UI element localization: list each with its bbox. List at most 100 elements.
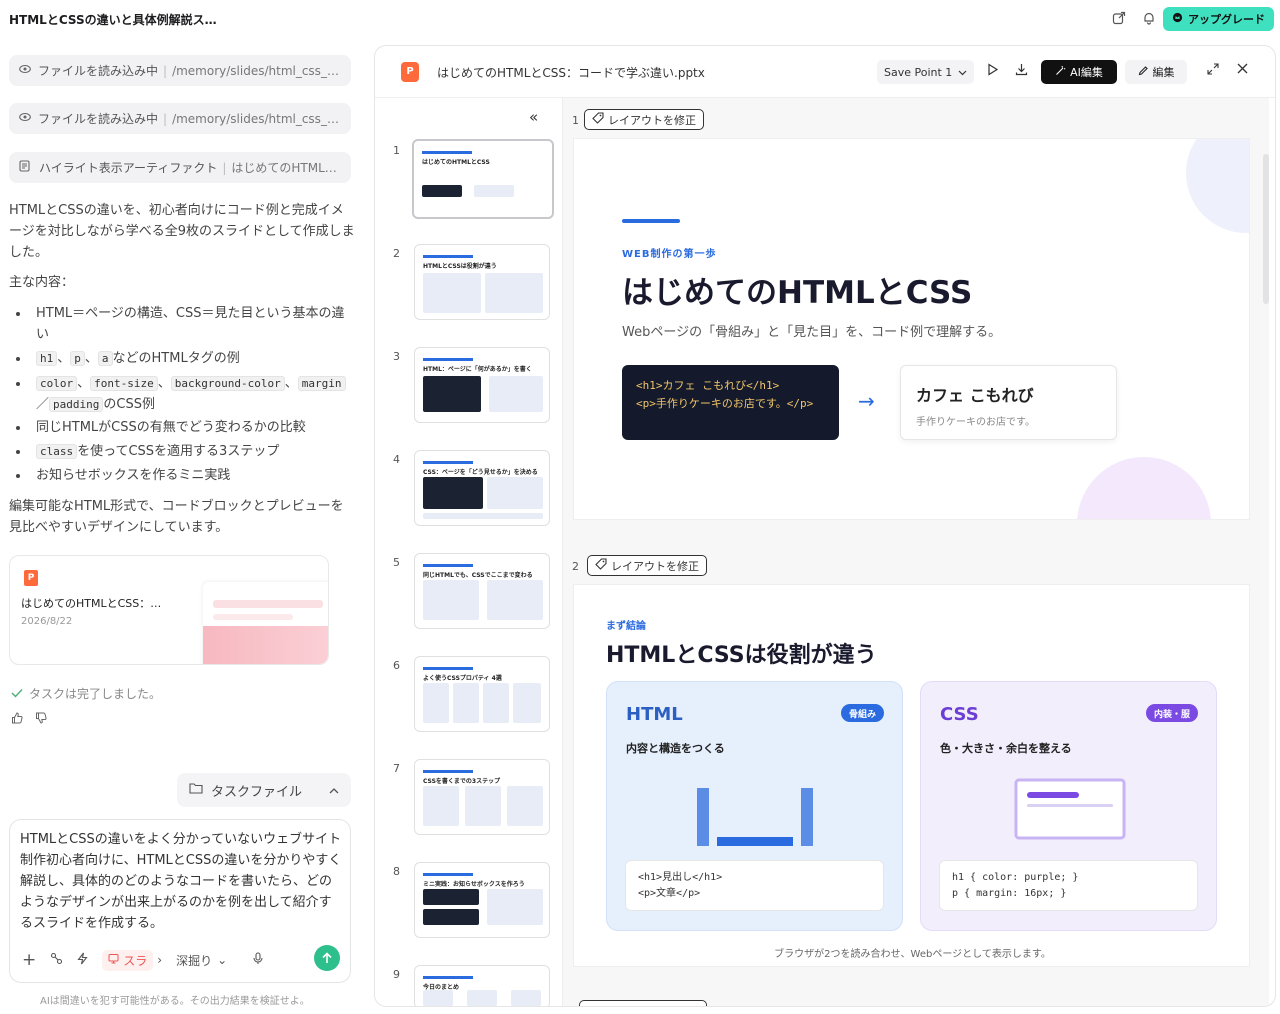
collapse-sidebar-icon[interactable]: « — [529, 108, 538, 126]
chevron-right-icon[interactable]: › — [157, 953, 162, 967]
pptx-file-icon: P — [401, 62, 419, 82]
next-slide-fix-layout-button[interactable] — [579, 1000, 707, 1006]
slide-thumbnail-2[interactable]: HTMLとCSSは役割が違う — [414, 244, 550, 320]
chevron-down-icon: ⌄ — [217, 953, 228, 967]
thumbnail-block — [422, 185, 462, 197]
code-line: <h1>カフェ こもれび</h1> — [636, 379, 780, 392]
conversation-title[interactable]: HTMLとCSSの違いと具体例解説ス… — [9, 11, 217, 28]
fix-layout-button[interactable]: レイアウトを修正 — [584, 109, 704, 130]
task-complete-status: タスクは完了しました。 — [11, 685, 161, 702]
slide-mode-selector[interactable]: スラ — [102, 949, 154, 971]
code-block: h1 { color: purple; } p { margin: 16px; … — [939, 860, 1198, 911]
thumbnail-title: 同じHTMLでも、CSSでここまで変わる — [423, 572, 533, 579]
slide-thumbnail-4[interactable]: CSS：ページを「どう見せるか」を決める — [414, 450, 550, 526]
tool-chip-read-1[interactable]: ファイルを読み込み中 | /memory/slides/html_css_be… — [9, 55, 351, 86]
chip-separator: | — [163, 63, 168, 78]
prompt-input-text[interactable]: HTMLとCSSの違いをよく分かっていないウェブサイト制作初心者向けに、HTML… — [20, 829, 342, 934]
slide-1[interactable]: WEB制作の第一歩 はじめてのHTMLとCSS Webページの「骨組み」と「見た… — [573, 138, 1250, 520]
thumbnail-number: 5 — [393, 556, 400, 569]
thumbnail-accent — [423, 873, 473, 876]
microphone-icon[interactable] — [253, 952, 263, 968]
close-icon[interactable] — [1237, 63, 1248, 78]
thumbs-up-icon[interactable] — [11, 712, 23, 727]
fix-layout-label: レイアウトを修正 — [611, 559, 699, 573]
scrollbar[interactable] — [1263, 154, 1269, 304]
slide-thumbnail-6[interactable]: よく使うCSSプロパティ 4選 — [414, 656, 550, 732]
depth-label: 深掘り — [176, 953, 213, 968]
thumbnail-strip: « 1 はじめてのHTMLとCSS 2 HTMLとCSSは役割が違う 3 HTML：ページ… — [375, 98, 563, 1006]
file-card[interactable]: P はじめてのHTMLとCSS：… 2026/8/22 — [9, 555, 329, 665]
thumbnail-block — [513, 683, 541, 723]
thumbnail-block — [474, 185, 514, 197]
assistant-intro: HTMLとCSSの違いを、初心者向けにコード例と完成イメージを対比しながら学べる… — [9, 203, 355, 260]
card-description: 色・大きさ・余白を整える — [940, 742, 1072, 755]
lightning-icon[interactable] — [77, 952, 88, 968]
tool-chip-read-2[interactable]: ファイルを読み込み中 | /memory/slides/html_css_be… — [9, 103, 351, 134]
thumbs-down-icon[interactable] — [35, 712, 47, 727]
fix-layout-label: レイアウトを修正 — [608, 113, 696, 127]
file-card-date: 2026/8/22 — [21, 616, 73, 627]
list-item: h1、 p、 a などのHTMLタグの例 — [16, 348, 346, 369]
save-point-dropdown[interactable]: Save Point 1 — [877, 60, 975, 84]
slide-viewer: P はじめてのHTMLとCSS：コードで学ぶ違い.pptx Save Point… — [374, 45, 1276, 1007]
code-margin: margin — [297, 376, 346, 391]
document-icon — [19, 160, 33, 175]
play-icon[interactable] — [986, 63, 999, 80]
thumbnail-block — [487, 477, 543, 509]
input-toolbar: + スラ › 深掘り ⌄ — [22, 947, 342, 973]
slide-thumbnail-9[interactable]: 今日のまとめ — [414, 965, 550, 1006]
expand-icon[interactable] — [1207, 63, 1219, 79]
assistant-outro: 編集可能なHTML形式で、コードブロックとプレビューを見比べやすいデザインにして… — [9, 499, 344, 535]
thumbnail-block — [423, 909, 479, 925]
prompt-input-box[interactable]: HTMLとCSSの違いをよく分かっていないウェブサイト制作初心者向けに、HTML… — [9, 819, 351, 983]
fix-layout-button[interactable]: レイアウトを修正 — [587, 555, 707, 576]
edit-button[interactable]: 編集 — [1125, 60, 1187, 84]
download-icon[interactable] — [1015, 63, 1028, 80]
slide-thumbnail-3[interactable]: HTML：ページに「何があるか」を書く — [414, 347, 550, 423]
connector-icon[interactable] — [50, 952, 63, 968]
thumbnail-block — [423, 513, 543, 519]
thumbnail-title: ミニ実践：お知らせボックスを作ろう — [423, 881, 525, 888]
ai-edit-button[interactable]: AI編集 — [1041, 60, 1117, 84]
send-button[interactable] — [314, 945, 340, 971]
slides-icon — [108, 953, 119, 967]
folder-icon — [189, 782, 203, 798]
bell-icon[interactable] — [1140, 9, 1158, 27]
list-sep: 、 — [157, 376, 171, 391]
thumbnail-block — [487, 889, 543, 925]
code-background-color: background-color — [170, 376, 285, 391]
upgrade-button[interactable]: アップグレード — [1163, 7, 1274, 31]
tool-chip-highlight[interactable]: ハイライト表示アーティファクト | はじめてのHTML… — [9, 152, 351, 183]
styled-box-illustration — [1014, 778, 1126, 840]
code-font-size: font-size — [90, 376, 158, 391]
pencil-icon — [1138, 65, 1149, 79]
thumbnail-number: 3 — [393, 350, 400, 363]
slide-2[interactable]: まず結論 HTMLとCSSは役割が違う HTML 骨組み 内容と構造をつくる <… — [573, 584, 1250, 967]
chip-label: ファイルを読み込み中 — [38, 64, 159, 78]
list-sep: 、 — [84, 351, 98, 366]
code-line: <p>文章</p> — [638, 888, 701, 899]
tag-icon — [595, 558, 607, 573]
slide-thumbnail-8[interactable]: ミニ実践：お知らせボックスを作ろう — [414, 862, 550, 938]
thumbnail-number: 8 — [393, 865, 400, 878]
thumbnail-number: 6 — [393, 659, 400, 672]
thumbnail-block — [511, 990, 541, 1006]
card-title: CSS — [940, 704, 979, 725]
plus-icon[interactable]: + — [22, 950, 36, 970]
task-files-button[interactable]: タスクファイル — [177, 773, 351, 807]
slide-thumbnail-7[interactable]: CSSを書くまでの3ステップ — [414, 759, 550, 835]
thumbnail-accent — [422, 151, 472, 154]
slide-title: はじめてのHTMLとCSS — [622, 275, 973, 311]
share-icon[interactable] — [1110, 9, 1128, 27]
chip-path: /memory/slides/html_css_be… — [172, 111, 341, 126]
code-h1: h1 — [36, 351, 58, 366]
thumbnail-block — [483, 683, 509, 723]
list-item: お知らせボックスを作るミニ実践 — [16, 465, 346, 486]
slide-thumbnail-5[interactable]: 同じHTMLでも、CSSでここまで変わる — [414, 553, 550, 629]
slide-thumbnail-1[interactable]: はじめてのHTMLとCSS — [412, 139, 554, 219]
thumbnail-block — [489, 376, 543, 412]
depth-selector[interactable]: 深掘り ⌄ — [176, 952, 227, 969]
list-sep: 、 — [284, 376, 298, 391]
chevron-down-icon — [958, 66, 967, 79]
thumbnail-accent — [423, 770, 473, 773]
